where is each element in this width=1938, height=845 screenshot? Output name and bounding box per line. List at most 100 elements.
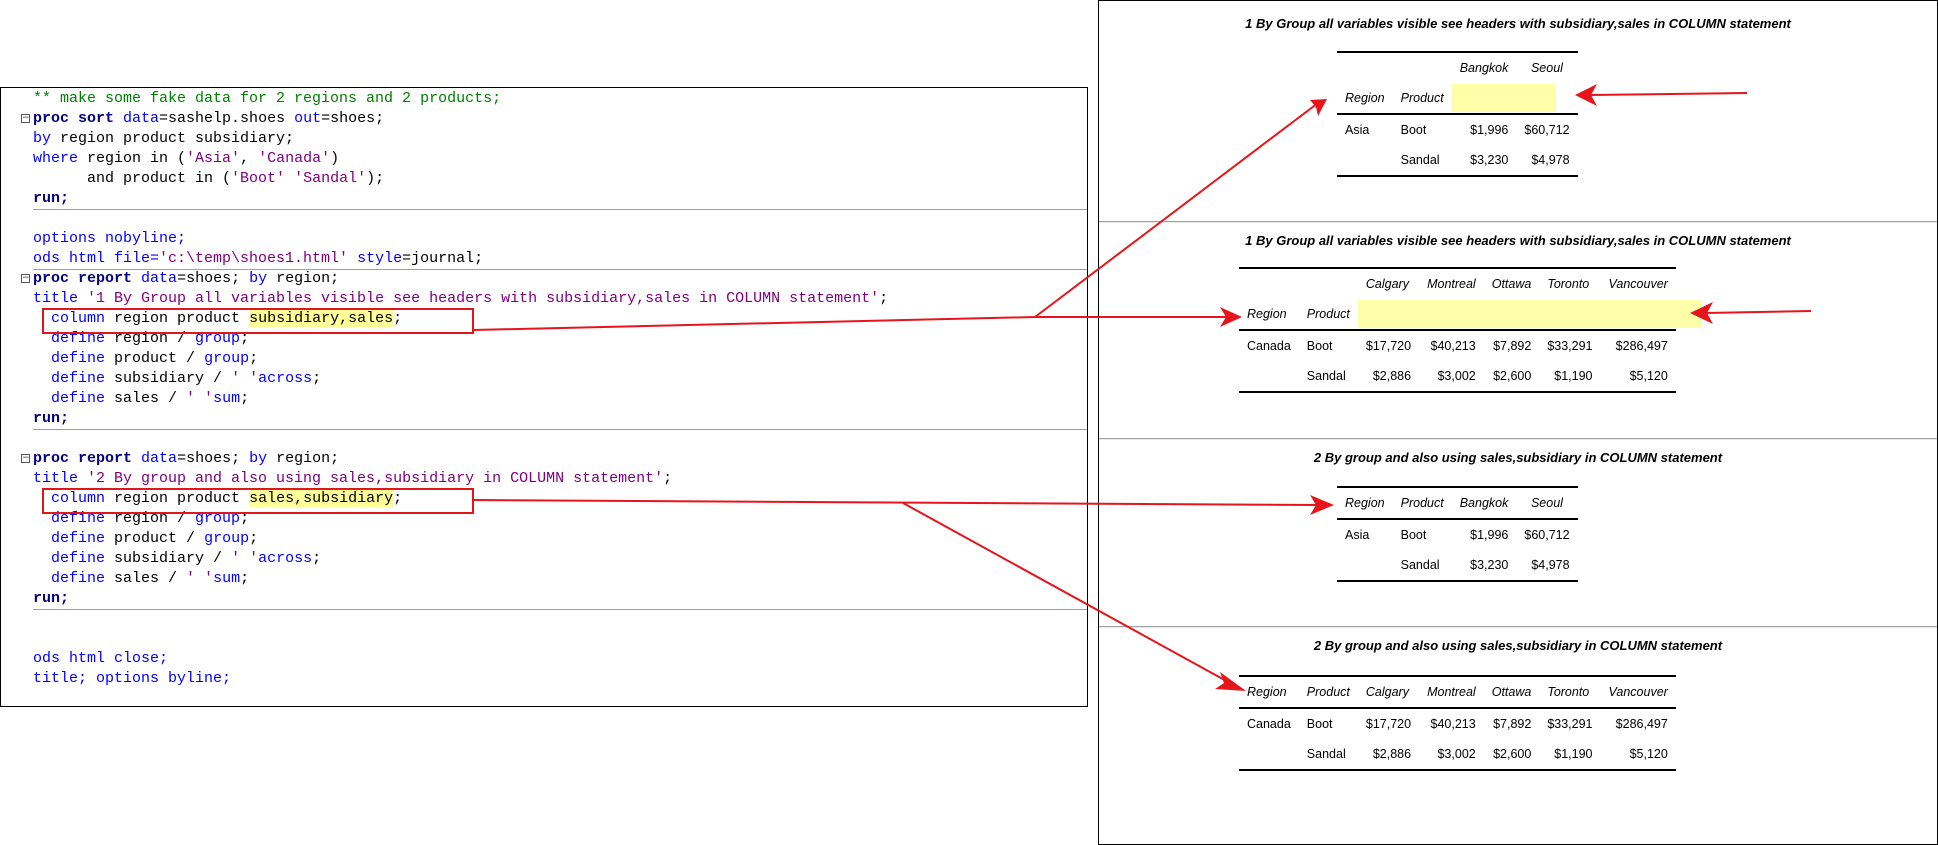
sales-cell: $1,190 — [1539, 361, 1601, 393]
code-token: region; — [267, 450, 340, 467]
code-token: ) — [330, 150, 340, 167]
subsidiary-header: Vancouver — [1600, 267, 1676, 299]
code-token: '2 By group and also using sales,subsidi… — [87, 470, 664, 487]
code-section-separator — [33, 609, 1087, 610]
table-row: Asia Boot $1,996 $60,712 — [1337, 519, 1578, 550]
code-token: data — [123, 110, 160, 127]
code-line: where region in ('Asia', 'Canada') — [33, 149, 339, 169]
code-token: ods html file= — [33, 250, 160, 267]
code-token: data — [141, 450, 178, 467]
code-token: define — [51, 570, 106, 587]
code-token: sales / — [105, 390, 187, 407]
table-row: Sandal $2,886 $3,002 $2,600 $1,190 $5,12… — [1239, 739, 1676, 771]
subsidiary-header: Calgary — [1357, 675, 1420, 709]
code-token: 'c:\temp\shoes1.html' — [159, 250, 349, 267]
sales-cell: $60,712 — [1524, 528, 1570, 542]
table-row: Sandal $2,886 $3,002 $2,600 $1,190 $5,12… — [1239, 361, 1676, 393]
table-row: Canada Boot $17,720 $40,213 $7,892 $33,2… — [1239, 708, 1676, 739]
report-table: Region Product Bangkok Seoul Asia Boot $… — [1337, 486, 1578, 582]
region-cell — [1337, 145, 1393, 177]
report-2-asia: 2 By group and also using sales,subsidia… — [1099, 440, 1937, 626]
subsidiary-header: Vancouver — [1600, 675, 1676, 709]
fold-toggle-icon[interactable]: − — [21, 114, 30, 123]
code-line: run; — [33, 189, 69, 209]
sales-cell: $1,996 — [1470, 123, 1509, 137]
code-token: , — [240, 150, 259, 167]
sales-cell: $40,213 — [1430, 339, 1476, 353]
report-1-asia: 1 By Group all variables visible see hea… — [1099, 1, 1937, 221]
sales-cell: $33,291 — [1547, 339, 1593, 353]
code-token: ** make some fake data for 2 regions and… — [33, 90, 502, 107]
product-cell: Boot — [1306, 717, 1333, 731]
sales-cell: $5,120 — [1600, 739, 1676, 771]
code-line: run; — [33, 409, 69, 429]
code-line: title '1 By Group all variables visible … — [33, 289, 888, 309]
code-token: define — [51, 550, 106, 567]
code-line: ods html file='c:\temp\shoes1.html' styl… — [33, 249, 483, 269]
empty-sales-header-highlight — [1451, 83, 1578, 115]
code-token: =shoes; — [321, 110, 385, 127]
report-title: 1 By Group all variables visible see hea… — [1245, 16, 1791, 31]
code-line: proc report data=shoes; by region; — [33, 269, 339, 289]
code-section-separator — [33, 429, 1087, 430]
subsidiary-header: Bangkok — [1451, 486, 1517, 520]
code-token: ' ' — [186, 570, 214, 587]
sales-cell: $5,120 — [1600, 361, 1676, 393]
code-line: define subsidiary / ' 'across; — [33, 549, 321, 569]
sales-cell: $17,720 — [1365, 717, 1412, 731]
code-token: ods html close; — [33, 650, 169, 667]
code-token: ; — [879, 290, 889, 307]
report-2-canada: 2 By group and also using sales,subsidia… — [1099, 628, 1937, 844]
report-table: Region Product Calgary Montreal Ottawa T… — [1239, 675, 1676, 771]
code-line: define sales / ' 'sum; — [33, 389, 249, 409]
report-output-panel: 1 By Group all variables visible see hea… — [1098, 0, 1938, 845]
code-token: ; — [312, 550, 322, 567]
code-token: ; — [312, 370, 322, 387]
product-header: Product — [1392, 83, 1452, 115]
code-token: ; — [240, 390, 250, 407]
sales-cell: $1,996 — [1470, 528, 1509, 542]
code-token: by — [249, 450, 268, 467]
code-editor[interactable]: ** make some fake data for 2 regions and… — [0, 87, 1088, 707]
product-cell: Boot — [1400, 528, 1427, 542]
code-line: define product / group; — [33, 529, 258, 549]
product-header: Product — [1298, 675, 1358, 709]
fold-toggle-icon[interactable]: − — [21, 454, 30, 463]
region-header: Region — [1239, 299, 1299, 331]
sales-cell: $3,230 — [1451, 145, 1517, 177]
code-line: options nobyline; — [33, 229, 186, 249]
code-token: =journal; — [402, 250, 484, 267]
code-token: ' ' — [186, 390, 214, 407]
report-title: 2 By group and also using sales,subsidia… — [1313, 638, 1723, 653]
report-title: 1 By Group all variables visible see hea… — [1245, 233, 1791, 248]
subsidiary-header: Bangkok — [1451, 51, 1517, 83]
code-token: run; — [33, 410, 70, 427]
fold-toggle-icon[interactable]: − — [21, 274, 30, 283]
code-token: product / — [105, 530, 205, 547]
region-cell — [1239, 361, 1299, 393]
table-row: Sandal $3,230 $4,978 — [1337, 550, 1578, 582]
code-line: define sales / ' 'sum; — [33, 569, 249, 589]
code-token: proc report — [33, 270, 133, 287]
subsidiary-header: Seoul — [1516, 486, 1578, 520]
code-line: title '2 By group and also using sales,s… — [33, 469, 672, 489]
code-token: across — [258, 370, 313, 387]
code-token: define — [51, 390, 106, 407]
code-token: across — [258, 550, 313, 567]
sales-cell: $7,892 — [1493, 339, 1532, 353]
sales-cell: $1,190 — [1539, 739, 1601, 771]
code-line: and product in ('Boot' 'Sandal'); — [33, 169, 384, 189]
code-section-separator — [33, 209, 1087, 210]
code-token: style — [357, 250, 403, 267]
sales-cell: $3,230 — [1451, 550, 1517, 582]
code-token: and product in ( — [33, 170, 232, 187]
code-token: region in ( — [78, 150, 187, 167]
